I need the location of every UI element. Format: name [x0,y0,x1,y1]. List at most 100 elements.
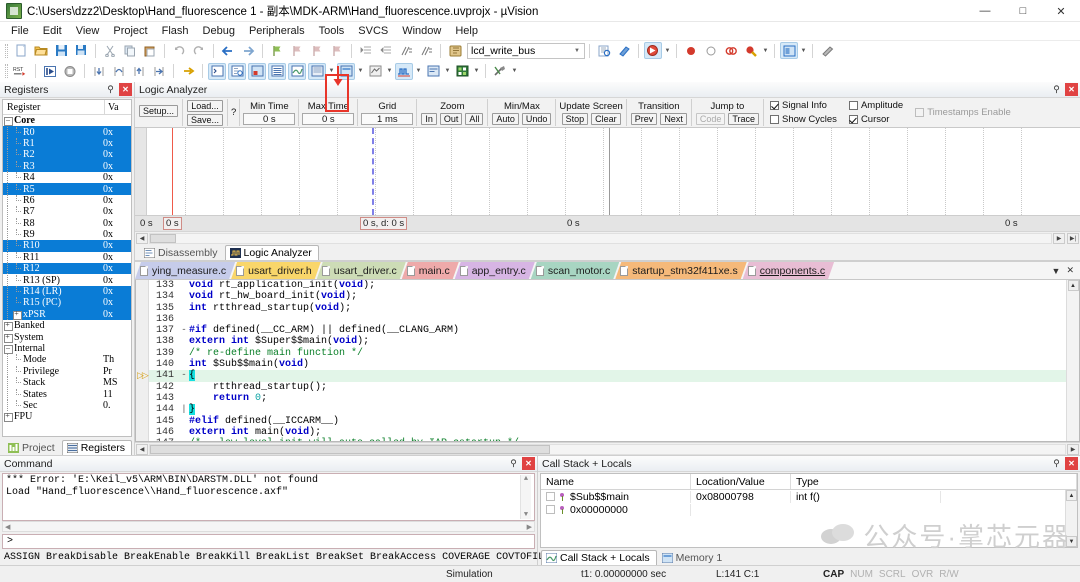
menu-svcs[interactable]: SVCS [351,23,395,39]
new-file-icon[interactable] [12,42,30,59]
logic-analyzer-dropdown-icon[interactable]: ▼ [414,63,423,80]
trace-dropdown-icon[interactable]: ▼ [443,63,452,80]
expand-icon[interactable] [3,320,13,332]
register-row[interactable]: System [3,331,131,343]
register-row[interactable]: Internal [3,343,131,354]
expand-icon[interactable] [546,492,555,501]
step-over-icon[interactable] [110,63,128,80]
navigate-forward-icon[interactable] [239,42,257,59]
registers-row-list[interactable]: CoreR0 0x R1 0x R2 0x R3 0x R4 0x R5 0x R6 0x R7 0x R8 0x… [3,115,131,436]
save-all-icon[interactable] [72,42,90,59]
call-stack-scrollbar[interactable]: ▲ ▼ [1065,490,1077,547]
register-row[interactable]: Stack MS [3,377,131,389]
register-row[interactable]: R15 (PC) 0x [3,297,131,309]
la-amplitude-checkbox[interactable]: Amplitude [848,100,903,112]
register-row[interactable]: Banked [3,320,131,332]
editor-scroll-thumb[interactable] [150,444,550,454]
fold-toggle-icon[interactable]: | [179,404,189,415]
expand-icon[interactable] [3,332,13,343]
close-button[interactable]: ✕ [1042,0,1080,22]
project-dropdown-icon[interactable]: ▼ [799,42,808,59]
bookmark-toggle-icon[interactable] [268,42,286,59]
menu-edit[interactable]: Edit [36,23,69,39]
maximize-button[interactable]: □ [1004,0,1042,22]
logic-analyzer-icon[interactable] [395,62,413,80]
debug-dropdown-icon[interactable]: ▼ [663,42,672,59]
register-row[interactable]: R14 (LR) 0x [3,285,131,298]
resize-grip-icon[interactable] [1066,567,1080,581]
la-setup-button[interactable]: Setup... [139,105,179,117]
dock-tab-project[interactable]: Project [3,440,62,455]
pin-icon[interactable]: ⚲ [507,457,520,470]
register-row[interactable]: R1 0x [3,137,131,150]
open-file-icon[interactable] [32,42,50,59]
close-tab-icon[interactable]: ✕ [1066,265,1074,276]
collapse-icon[interactable] [3,115,13,127]
file-tab-scan-motor-c[interactable]: scan_motor.c [531,262,619,279]
menu-flash[interactable]: Flash [155,23,196,39]
scroll-down-icon[interactable]: ▼ [1066,536,1077,547]
register-row[interactable]: Privilege Pr [3,365,131,377]
manage-project-icon[interactable] [780,42,798,59]
code-line[interactable]: 134 void rt_hw_board_init(void); [149,291,1066,302]
copy-icon[interactable] [121,42,139,59]
cursor-marker-red[interactable] [172,128,173,215]
cut-icon[interactable] [101,42,119,59]
code-lines[interactable]: 133 void rt_application_init(void); 134 voi… [149,280,1066,441]
pin-icon[interactable]: ⚲ [1050,457,1063,470]
outdent-icon[interactable] [377,42,395,59]
collapse-icon[interactable] [3,343,13,354]
minimize-button[interactable]: — [966,0,1004,22]
code-line[interactable]: 138 extern int $Super$$main(void); [149,336,1066,347]
undo-icon[interactable] [170,42,188,59]
la-waveform-plot[interactable] [147,128,1080,215]
call-stack-window-icon[interactable] [288,62,306,80]
la-zoom-all-button[interactable]: All [465,112,484,125]
kill-all-breakpoints-icon[interactable] [742,42,760,59]
la-stop-button[interactable]: Stop [561,112,589,125]
menu-window[interactable]: Window [395,23,448,39]
configure-icon[interactable] [615,42,633,59]
save-icon[interactable] [52,42,70,59]
code-line[interactable]: 147 /* __low_level_init will auto called … [149,438,1066,441]
uncomment-icon[interactable] [417,42,435,59]
register-row[interactable]: FPU [3,411,131,423]
scroll-left-icon[interactable]: ◀ [5,523,10,531]
tools-icon[interactable] [491,63,509,80]
close-icon[interactable]: ✕ [1065,83,1078,96]
start-stop-debug-icon[interactable] [644,42,662,59]
register-row[interactable]: R0 0x [3,126,131,138]
serial-window-icon[interactable] [366,63,384,80]
redo-icon[interactable] [190,42,208,59]
file-tab-app-entry-c[interactable]: app_entry.c [455,262,535,279]
scroll-left-icon[interactable]: ◀ [136,443,148,455]
register-row[interactable]: Sec 0. [3,399,131,411]
code-line[interactable]: 143 return 0; [149,393,1066,404]
registers-window-icon[interactable] [268,62,286,80]
stop-icon[interactable] [61,63,79,80]
register-row[interactable]: R9 0x [3,229,131,241]
code-line[interactable]: 136 [149,314,1066,325]
la-horizontal-scrollbar[interactable]: ◀ ▶ ▶| [135,231,1080,244]
disable-breakpoint-icon[interactable] [702,42,720,59]
scroll-up-icon[interactable]: ▲ [524,475,528,483]
insert-breakpoint-icon[interactable] [682,42,700,59]
menu-file[interactable]: File [4,23,36,39]
code-line[interactable]: 145 #elif defined(__ICCARM__) [149,416,1066,427]
la-show-cycles-checkbox[interactable]: Show Cycles [770,114,837,126]
file-tab-main-c[interactable]: main.c [402,262,459,279]
memory-dropdown-icon[interactable]: ▼ [356,63,365,80]
register-row[interactable]: R6 0x [3,194,131,206]
menu-debug[interactable]: Debug [196,23,242,39]
system-viewer-dropdown-icon[interactable]: ▼ [472,63,481,80]
la-scroll-thumb[interactable] [150,233,176,243]
table-row[interactable]: $Sub$$main 0x08000798 int f() [541,490,1065,503]
register-row[interactable]: R7 0x [3,206,131,218]
command-output-scrollbar[interactable]: ▲ ▼ [520,475,531,519]
la-minmax-auto-button[interactable]: Auto [492,112,519,125]
register-row[interactable]: R8 0x [3,217,131,229]
la-cursor-checkbox[interactable]: Cursor [848,114,903,126]
editor-horizontal-scrollbar[interactable]: ◀ ▶ [135,442,1080,455]
la-save-button[interactable]: Save... [187,113,224,126]
tab-call-stack-locals[interactable]: Call Stack + Locals [541,550,657,565]
